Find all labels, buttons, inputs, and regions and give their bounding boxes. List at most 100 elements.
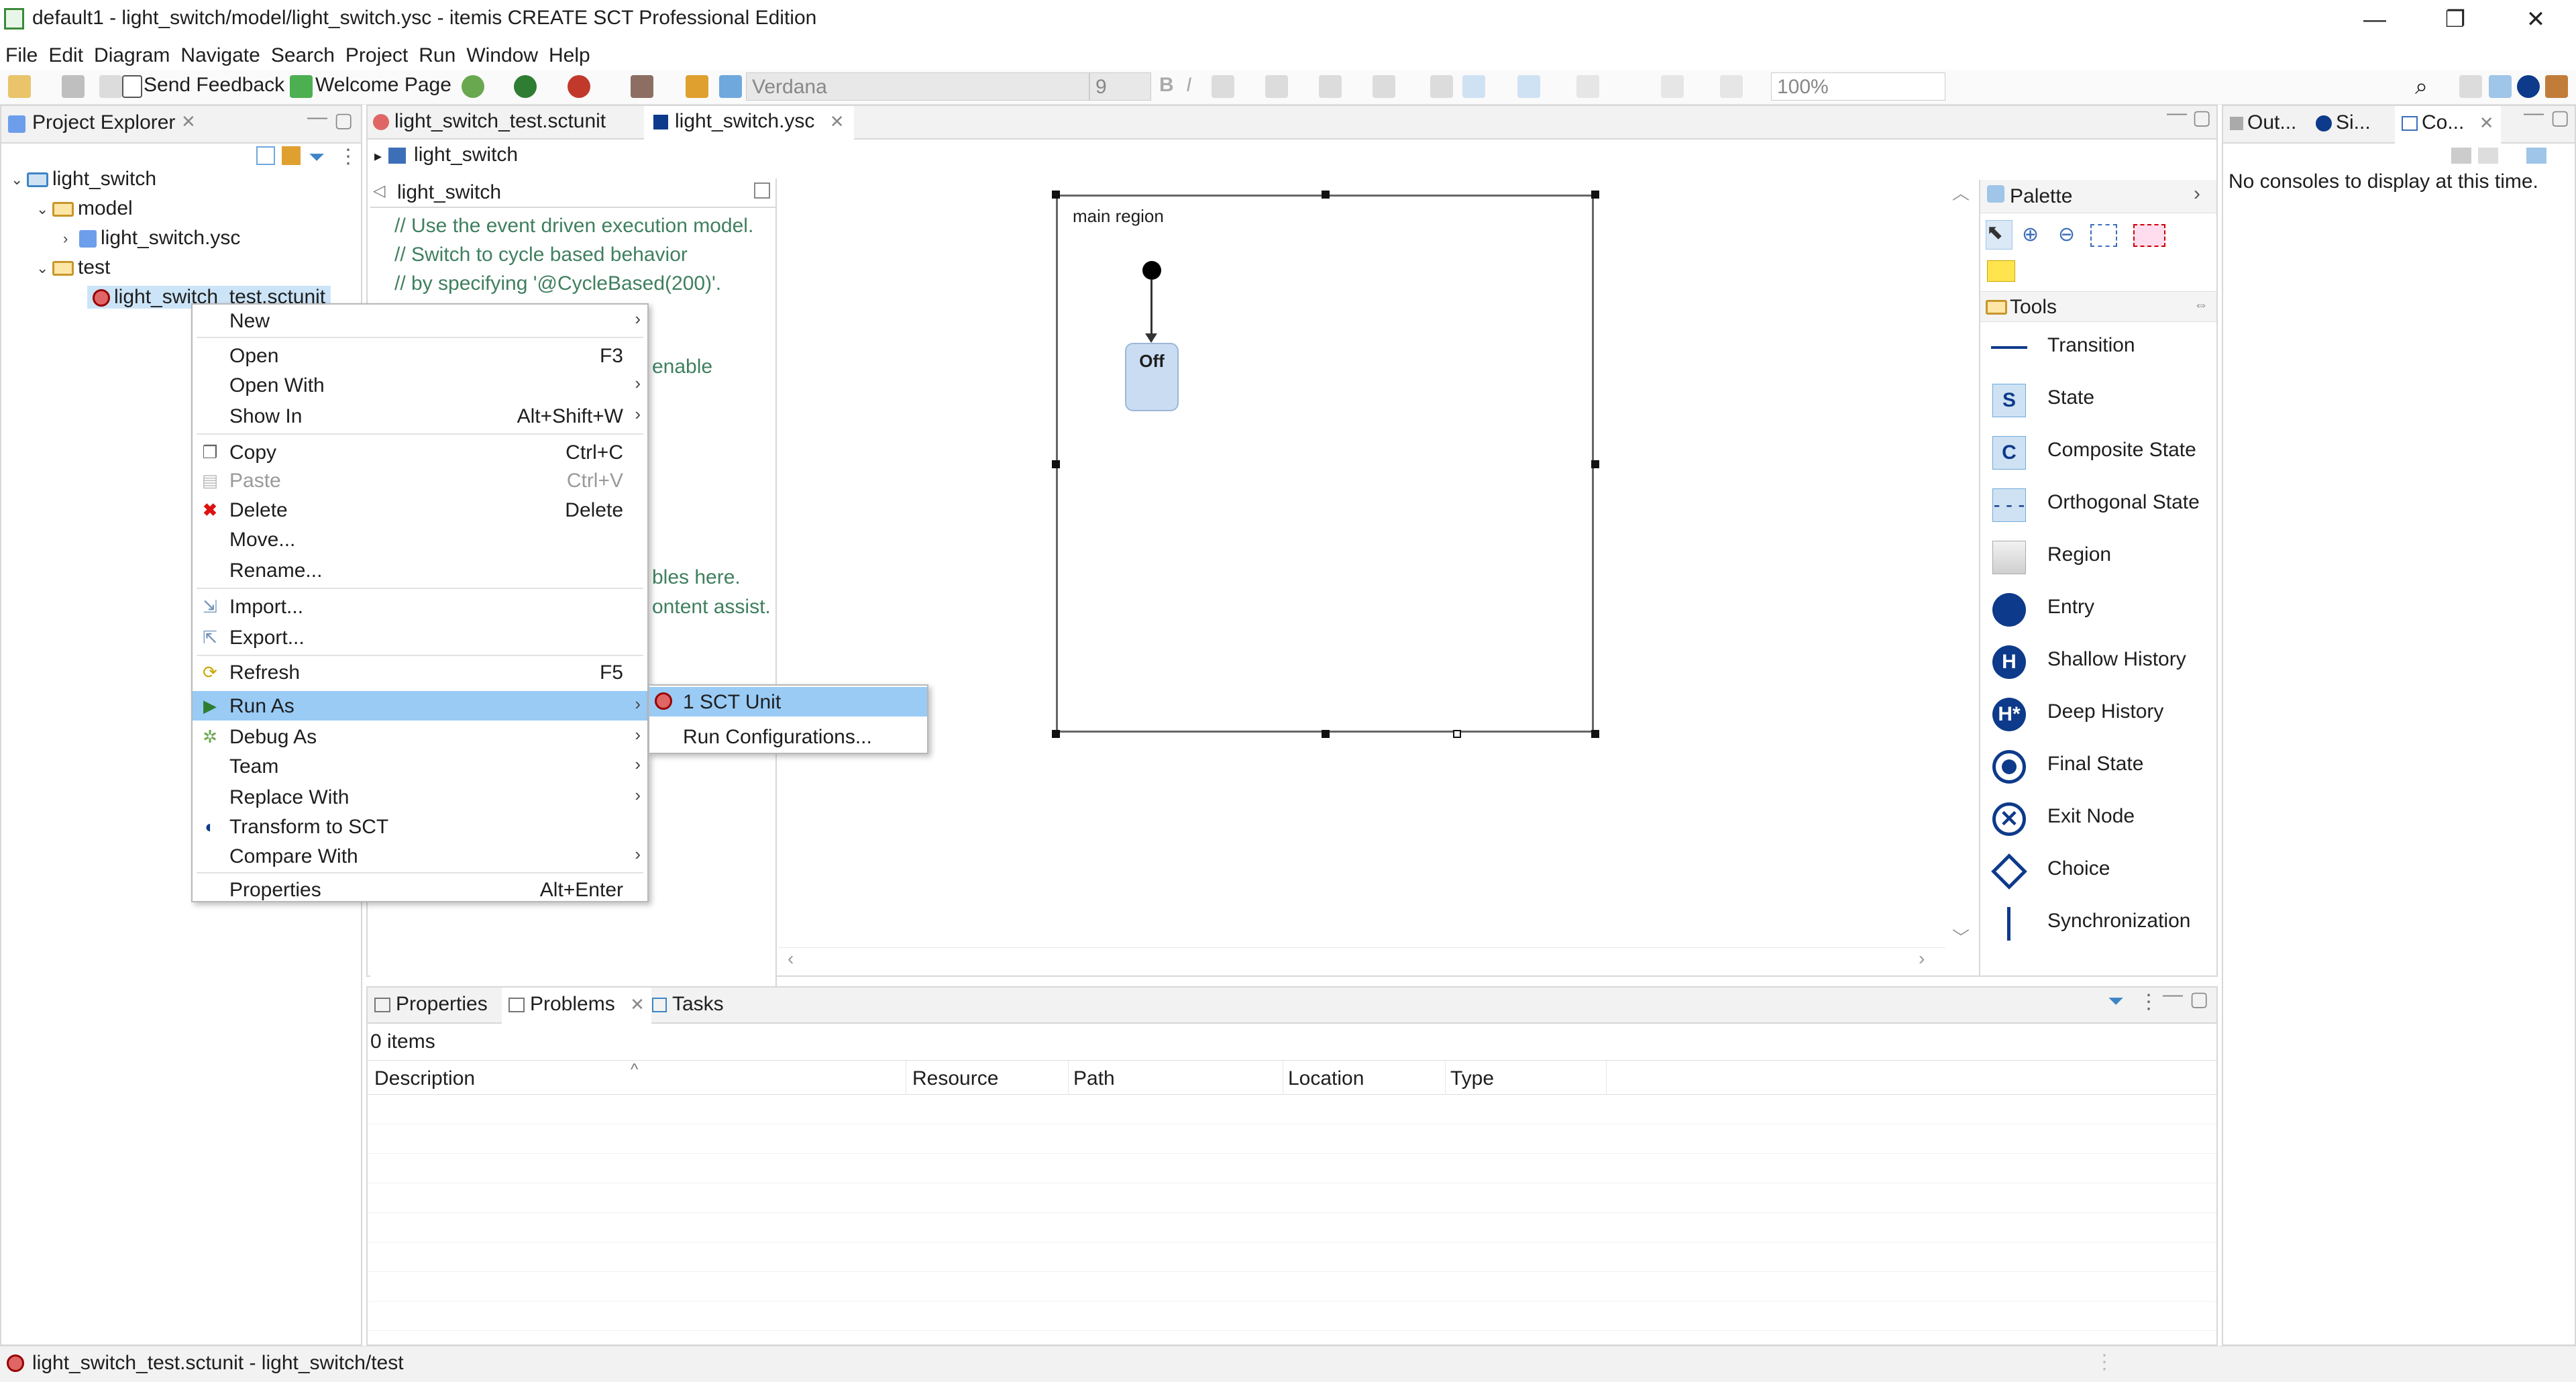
minimize-view-icon[interactable]: — bbox=[2163, 984, 2183, 1006]
layout-icon[interactable] bbox=[1576, 75, 1599, 98]
palette-item-transition[interactable]: Transition bbox=[1987, 329, 2215, 369]
column-resource[interactable]: Resource bbox=[912, 1067, 998, 1090]
size-icon[interactable] bbox=[1661, 75, 1684, 98]
tree-item-model[interactable]: ⌄ model bbox=[36, 197, 133, 220]
close-tab-icon[interactable]: ✕ bbox=[830, 111, 845, 131]
close-view-icon[interactable]: ✕ bbox=[181, 111, 196, 132]
palette-item-synchronization[interactable]: Synchronization bbox=[1987, 904, 2215, 945]
menu-item-open-with[interactable]: Open With › bbox=[193, 370, 647, 400]
arrange-icon[interactable] bbox=[1462, 75, 1485, 98]
menu-item-import[interactable]: ⇲ Import... bbox=[193, 592, 647, 621]
menu-item-refresh[interactable]: ⟳ Refresh F5 bbox=[193, 657, 647, 687]
marquee-icon[interactable] bbox=[2090, 224, 2117, 247]
tab-light-switch-test-sctunit[interactable]: light_switch_test.sctunit bbox=[373, 110, 606, 133]
palette-item-state[interactable]: S State bbox=[1987, 381, 2215, 421]
menu-help[interactable]: Help bbox=[543, 40, 596, 67]
tab-tasks[interactable]: Tasks bbox=[652, 993, 724, 1016]
resize-handle[interactable] bbox=[1052, 191, 1060, 199]
code-line[interactable]: ontent assist. bbox=[652, 596, 771, 619]
menu-item-debug-as[interactable]: ✲ Debug As › bbox=[193, 722, 647, 751]
menu-item-replace-with[interactable]: Replace With › bbox=[193, 782, 647, 812]
maximize-view-icon[interactable]: ▢ bbox=[2551, 106, 2569, 129]
tab-properties[interactable]: Properties bbox=[374, 993, 488, 1016]
minimize-view-icon[interactable]: — bbox=[2524, 102, 2544, 125]
entry-node[interactable] bbox=[1142, 261, 1161, 280]
bold-icon[interactable]: B bbox=[1159, 74, 1174, 97]
send-feedback-button[interactable]: Send Feedback bbox=[144, 74, 284, 97]
code-line[interactable]: // by specifying '@CycleBased(200)'. bbox=[394, 272, 721, 295]
menu-item-team[interactable]: Team › bbox=[193, 751, 647, 781]
menu-item-compare-with[interactable]: Compare With › bbox=[193, 841, 647, 871]
menu-item-show-in[interactable]: Show In Alt+Shift+W › bbox=[193, 401, 647, 431]
note-icon[interactable] bbox=[1987, 260, 2015, 282]
menu-item-new[interactable]: New › bbox=[193, 306, 647, 335]
welcome-page-button[interactable]: Welcome Page bbox=[315, 74, 451, 97]
run-icon[interactable] bbox=[514, 75, 537, 98]
palette-item-region[interactable]: Region bbox=[1987, 538, 2215, 578]
palette-item-choice[interactable]: Choice bbox=[1987, 852, 2215, 892]
entry-transition[interactable] bbox=[1150, 280, 1152, 341]
filter-icon[interactable]: ⏷ bbox=[309, 146, 325, 169]
menu-navigate[interactable]: Navigate bbox=[175, 40, 265, 67]
close-button[interactable]: ✕ bbox=[2496, 0, 2576, 40]
collapse-icon[interactable]: › bbox=[63, 230, 79, 248]
scroll-up-icon[interactable]: ︿ bbox=[1952, 180, 1970, 205]
maximize-view-icon[interactable]: ▢ bbox=[334, 109, 353, 132]
resize-handle[interactable] bbox=[1591, 191, 1599, 199]
minimize-button[interactable]: — bbox=[2334, 0, 2415, 40]
save-all-icon[interactable] bbox=[99, 75, 122, 98]
project-explorer-tab[interactable]: Project Explorer bbox=[32, 111, 175, 134]
tools-drawer[interactable]: Tools ⇔ bbox=[1980, 291, 2216, 322]
view-menu-icon[interactable]: ⋮ bbox=[338, 145, 358, 168]
menu-item-run-as[interactable]: ▶ Run As › bbox=[193, 691, 647, 721]
tab-console[interactable]: Co... ✕ bbox=[2395, 106, 2501, 144]
column-type[interactable]: Type bbox=[1450, 1067, 1494, 1090]
palette-item-orthogonal-state[interactable]: - - - Orthogonal State bbox=[1987, 486, 2215, 526]
palette-collapse-icon[interactable]: › bbox=[2194, 182, 2200, 205]
align-icon[interactable] bbox=[1517, 75, 1540, 98]
resize-handle[interactable] bbox=[1591, 730, 1599, 738]
tab-outline[interactable]: Out... bbox=[2230, 111, 2296, 134]
simulation-perspective-icon[interactable] bbox=[2517, 75, 2540, 98]
column-path[interactable]: Path bbox=[1073, 1067, 1115, 1090]
expand-icon[interactable]: ⌄ bbox=[36, 260, 52, 277]
zoom-out-icon[interactable]: ⊖ bbox=[2058, 223, 2075, 246]
palette-item-exit-node[interactable]: ✕ Exit Node bbox=[1987, 800, 2215, 840]
marquee-connections-icon[interactable] bbox=[2133, 224, 2165, 247]
line-style-icon[interactable] bbox=[1373, 75, 1395, 98]
link-icon[interactable] bbox=[719, 75, 742, 98]
tab-problems[interactable]: Problems ✕ bbox=[502, 988, 651, 1024]
welcome-icon[interactable] bbox=[290, 75, 313, 98]
link-editor-icon[interactable] bbox=[282, 146, 301, 165]
tree-item-test[interactable]: ⌄ test bbox=[36, 256, 110, 279]
menu-item-move[interactable]: Move... bbox=[193, 525, 647, 554]
italic-icon[interactable]: I bbox=[1186, 74, 1191, 97]
tools-icon[interactable] bbox=[631, 75, 653, 98]
scroll-right-icon[interactable]: › bbox=[1919, 948, 1925, 969]
expand-icon[interactable]: ⌄ bbox=[11, 171, 27, 189]
scroll-down-icon[interactable]: ﹀ bbox=[1952, 924, 1970, 949]
menu-edit[interactable]: Edit bbox=[43, 40, 89, 67]
modeling-perspective-icon[interactable] bbox=[2489, 75, 2512, 98]
menu-item-sct-unit[interactable]: 1 SCT Unit bbox=[649, 687, 927, 716]
code-line[interactable]: // Switch to cycle based behavior bbox=[394, 244, 688, 266]
tab-light-switch-ysc[interactable]: light_switch.ysc ✕ bbox=[644, 106, 854, 140]
menu-item-delete[interactable]: ✖ Delete Delete bbox=[193, 495, 647, 525]
font-size-select[interactable]: 9 bbox=[1089, 72, 1151, 101]
tab-simulation[interactable]: Si... bbox=[2316, 111, 2371, 134]
view-menu-icon[interactable]: ⋮ bbox=[2139, 990, 2159, 1014]
scroll-left-icon[interactable]: ‹ bbox=[788, 948, 794, 969]
display-console-icon[interactable] bbox=[2478, 148, 2498, 164]
resize-handle[interactable] bbox=[1322, 191, 1330, 199]
line-color-icon[interactable] bbox=[1319, 75, 1342, 98]
pin-console-icon[interactable] bbox=[2451, 148, 2471, 164]
minimize-editor-icon[interactable]: — bbox=[2167, 102, 2187, 125]
zoom-select[interactable]: 100% bbox=[1771, 72, 1945, 101]
menu-search[interactable]: Search bbox=[266, 40, 340, 67]
menu-item-copy[interactable]: ❐ Copy Ctrl+C bbox=[193, 437, 647, 467]
restore-button[interactable]: ❐ bbox=[2415, 0, 2496, 40]
main-region[interactable]: main region Off bbox=[1056, 195, 1594, 733]
open-perspective-icon[interactable] bbox=[2459, 75, 2482, 98]
order-icon[interactable] bbox=[1720, 75, 1743, 98]
pin-icon[interactable]: ⇔ bbox=[2194, 296, 2208, 313]
